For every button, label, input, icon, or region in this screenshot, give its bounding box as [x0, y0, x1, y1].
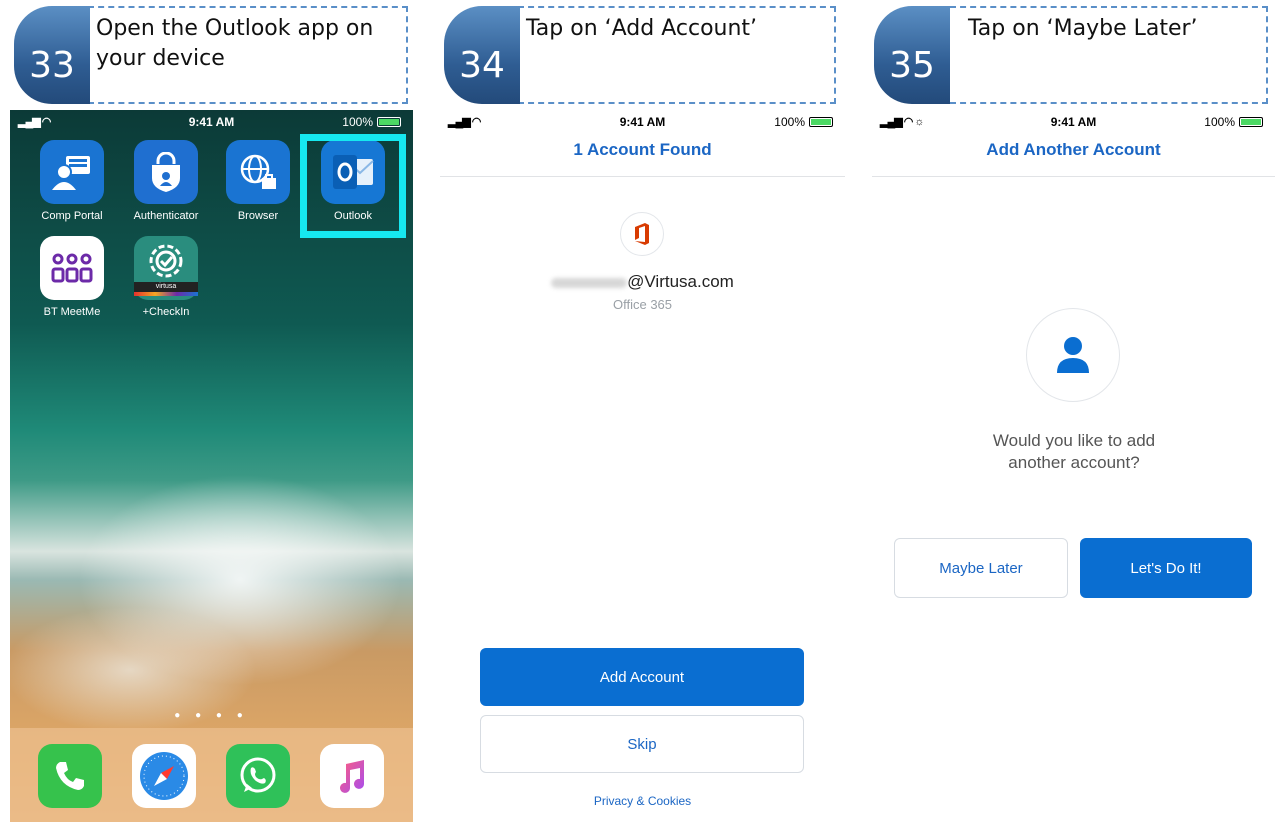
page-title: Add Another Account: [986, 140, 1161, 159]
battery-icon: [377, 117, 401, 127]
account-type: Office 365: [612, 297, 673, 312]
account-email: @Virtusa.com: [440, 272, 845, 292]
app-checkin[interactable]: virtusa +CheckIn: [126, 236, 206, 318]
app-label: +CheckIn: [142, 306, 190, 318]
divider: [440, 176, 845, 177]
step-caption: Tap on ‘Add Account’: [518, 6, 836, 104]
step-caption: Open the Outlook app on your device: [88, 6, 408, 104]
safari-icon[interactable]: [132, 744, 196, 808]
browser-icon: [226, 140, 290, 204]
app-label: Comp Portal: [41, 210, 103, 222]
app-bt-meetme[interactable]: BT MeetMe: [32, 236, 112, 318]
add-account-question: Would you like to add another account?: [992, 431, 1156, 472]
checkin-color-stripe: [134, 292, 198, 296]
office-365-icon: [620, 212, 664, 256]
skip-button[interactable]: Skip: [480, 715, 804, 773]
add-account-button[interactable]: Add Account: [480, 648, 804, 706]
app-comp-portal[interactable]: Comp Portal: [32, 140, 112, 222]
person-icon: [1026, 308, 1120, 402]
phone-icon[interactable]: [38, 744, 102, 808]
maybe-later-button[interactable]: Maybe Later: [894, 538, 1068, 598]
privacy-cookies-link[interactable]: Privacy & Cookies: [440, 794, 845, 808]
step-number-badge: 34: [444, 6, 520, 104]
battery-icon: [809, 117, 833, 127]
battery-percent: 100%: [774, 115, 805, 129]
account-email-domain: @Virtusa.com: [627, 272, 734, 291]
dock: [10, 728, 413, 822]
checkin-brand-label: virtusa: [134, 282, 198, 292]
app-label: Browser: [237, 210, 279, 222]
battery-percent: 100%: [342, 115, 373, 129]
step-caption: Tap on ‘Maybe Later’: [950, 6, 1268, 104]
status-bar: ▂▄▆ ◠ 9:41 AM 100%: [440, 110, 845, 134]
outlook-highlight-box: [300, 134, 406, 238]
step-number-badge: 35: [874, 6, 950, 104]
home-screen: ▂▄▆ ◠ 9:41 AM 100% Comp Portal Authentic…: [10, 110, 413, 822]
step-number-badge: 33: [14, 6, 90, 104]
app-label: Authenticator: [133, 210, 199, 222]
lets-do-it-button[interactable]: Let's Do It!: [1080, 538, 1252, 598]
page-title: 1 Account Found: [573, 140, 712, 159]
battery-percent: 100%: [1204, 115, 1235, 129]
page-indicator: ● ● ● ●: [174, 710, 249, 721]
status-bar: ▂▄▆ ◠ ☼ 9:41 AM 100%: [872, 110, 1275, 134]
redacted-username: [551, 277, 628, 288]
status-bar: ▂▄▆ ◠ 9:41 AM 100%: [10, 110, 413, 134]
add-another-account-screen: ▂▄▆ ◠ ☼ 9:41 AM 100% Add Another Account…: [872, 110, 1275, 822]
app-browser[interactable]: Browser: [218, 140, 298, 222]
authenticator-icon: [134, 140, 198, 204]
battery-icon: [1239, 117, 1263, 127]
app-label: BT MeetMe: [43, 306, 101, 318]
music-icon[interactable]: [320, 744, 384, 808]
bt-meetme-icon: [40, 236, 104, 300]
whatsapp-icon[interactable]: [226, 744, 290, 808]
company-portal-icon: [40, 140, 104, 204]
account-found-screen: ▂▄▆ ◠ 9:41 AM 100% 1 Account Found @Virt…: [440, 110, 845, 822]
divider: [872, 176, 1275, 177]
checkin-icon: virtusa: [134, 236, 198, 300]
app-authenticator[interactable]: Authenticator: [126, 140, 206, 222]
